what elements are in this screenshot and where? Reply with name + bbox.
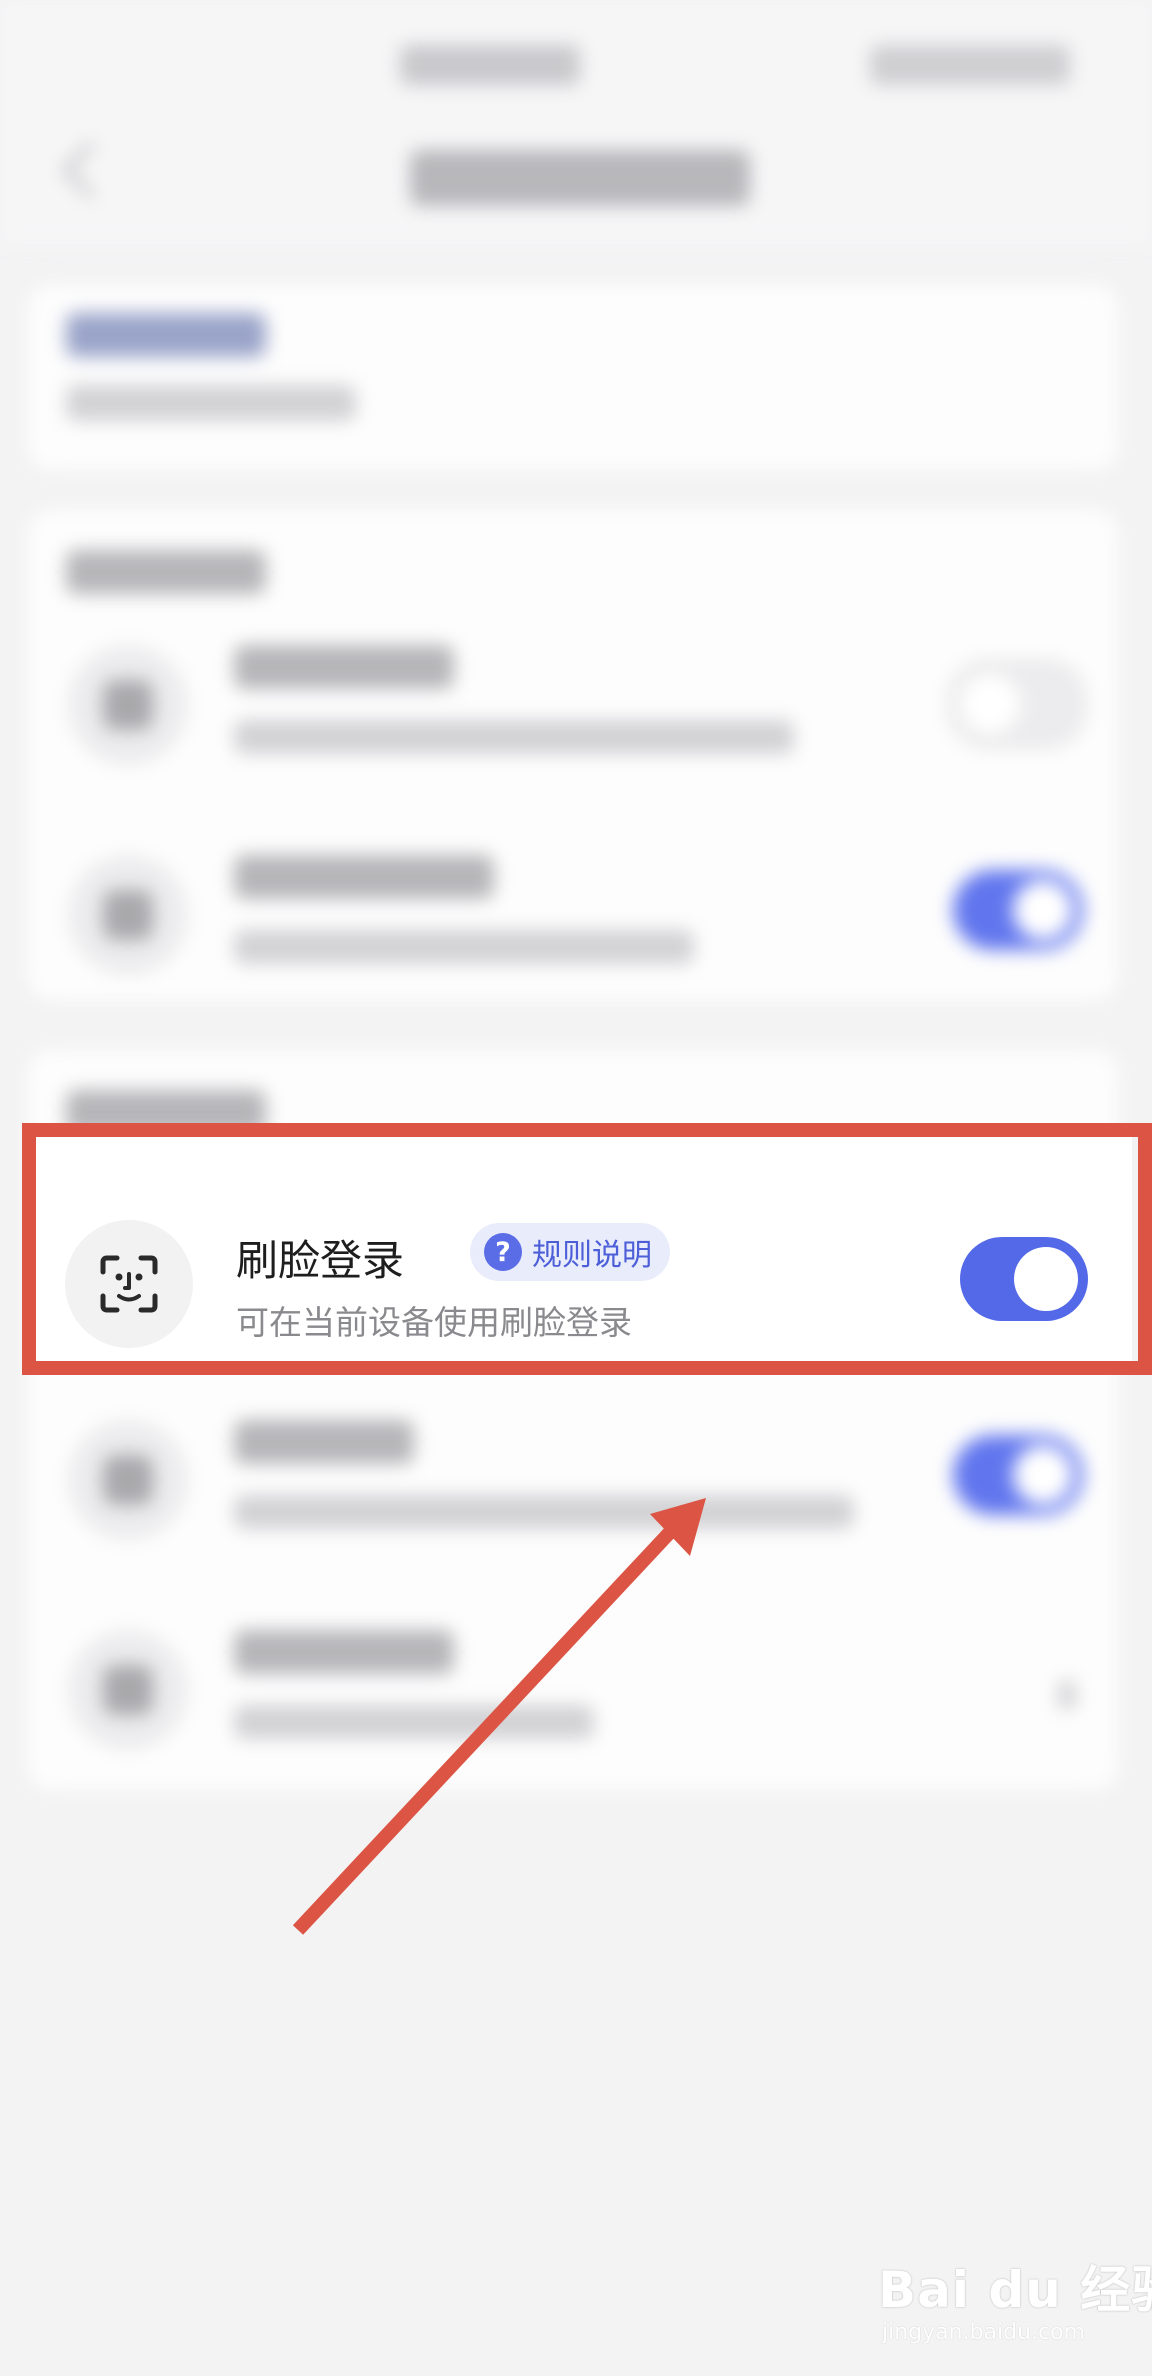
watermark: Bai du 经验 jingyan.baidu.com [878, 2250, 1152, 2360]
annotation-arrow [292, 1498, 706, 1935]
watermark-url: jingyan.baidu.com [882, 2320, 1086, 2345]
watermark-logo: Bai du 经验 [878, 2261, 1152, 2319]
